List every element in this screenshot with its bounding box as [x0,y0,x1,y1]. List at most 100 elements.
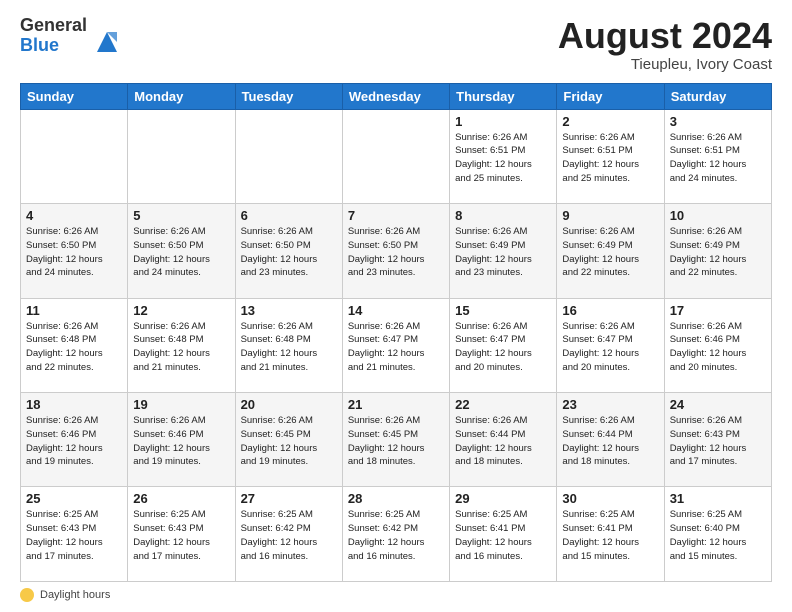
calendar-day: 4 Sunrise: 6:26 AM Sunset: 6:50 PM Daylig… [21,204,128,298]
calendar-day: 15 Sunrise: 6:26 AM Sunset: 6:47 PM Dayli… [450,298,557,392]
day-number: 7 [348,208,444,223]
calendar-week-1: 1 Sunrise: 6:26 AM Sunset: 6:51 PM Daylig… [21,109,772,203]
calendar-day: 12Sunrise: 6:26 AM Sunset: 6:48 PM Dayli… [128,298,235,392]
col-monday: Monday [128,83,235,109]
calendar-day: 16 Sunrise: 6:26 AM Sunset: 6:47 PM Dayli… [557,298,664,392]
day-info: Sunrise: 6:26 AM Sunset: 6:49 PM Dayligh… [455,225,551,280]
calendar-day: 21 Sunrise: 6:26 AM Sunset: 6:45 PM Dayli… [342,393,449,487]
month-year: August 2024 [558,16,772,56]
day-number: 1 [455,114,551,129]
day-number: 14 [348,303,444,318]
col-sunday: Sunday [21,83,128,109]
footer: Daylight hours [20,588,772,602]
day-info: Sunrise: 6:26 AM Sunset: 6:50 PM Dayligh… [241,225,337,280]
day-number: 19 [133,397,229,412]
calendar-week-4: 18 Sunrise: 6:26 AM Sunset: 6:46 PM Dayli… [21,393,772,487]
calendar-week-2: 4 Sunrise: 6:26 AM Sunset: 6:50 PM Daylig… [21,204,772,298]
day-number: 31 [670,491,766,506]
day-info: Sunrise: 6:25 AM Sunset: 6:41 PM Dayligh… [562,508,658,563]
day-number: 8 [455,208,551,223]
calendar-day: 3 Sunrise: 6:26 AM Sunset: 6:51 PM Daylig… [664,109,771,203]
day-number: 22 [455,397,551,412]
day-number: 21 [348,397,444,412]
calendar-table: Sunday Monday Tuesday Wednesday Thursday… [20,83,772,582]
day-number: 11 [26,303,122,318]
day-info: Sunrise: 6:26 AM Sunset: 6:50 PM Dayligh… [26,225,122,280]
calendar-day: 2 Sunrise: 6:26 AM Sunset: 6:51 PM Daylig… [557,109,664,203]
calendar-day: 1 Sunrise: 6:26 AM Sunset: 6:51 PM Daylig… [450,109,557,203]
day-number: 18 [26,397,122,412]
calendar-day: 6 Sunrise: 6:26 AM Sunset: 6:50 PM Daylig… [235,204,342,298]
day-number: 9 [562,208,658,223]
day-number: 16 [562,303,658,318]
day-number: 15 [455,303,551,318]
day-info: Sunrise: 6:26 AM Sunset: 6:48 PM Dayligh… [133,320,229,375]
day-info: Sunrise: 6:25 AM Sunset: 6:42 PM Dayligh… [241,508,337,563]
calendar-day: 23 Sunrise: 6:26 AM Sunset: 6:44 PM Dayli… [557,393,664,487]
day-info: Sunrise: 6:26 AM Sunset: 6:44 PM Dayligh… [562,414,658,469]
day-number: 10 [670,208,766,223]
day-info: Sunrise: 6:26 AM Sunset: 6:48 PM Dayligh… [241,320,337,375]
day-info: Sunrise: 6:26 AM Sunset: 6:46 PM Dayligh… [26,414,122,469]
calendar-day: 28Sunrise: 6:25 AM Sunset: 6:42 PM Dayli… [342,487,449,582]
day-info: Sunrise: 6:26 AM Sunset: 6:45 PM Dayligh… [348,414,444,469]
col-friday: Friday [557,83,664,109]
day-number: 2 [562,114,658,129]
day-info: Sunrise: 6:26 AM Sunset: 6:43 PM Dayligh… [670,414,766,469]
day-number: 3 [670,114,766,129]
calendar-day [21,109,128,203]
day-info: Sunrise: 6:26 AM Sunset: 6:49 PM Dayligh… [670,225,766,280]
day-info: Sunrise: 6:26 AM Sunset: 6:50 PM Dayligh… [133,225,229,280]
day-info: Sunrise: 6:25 AM Sunset: 6:41 PM Dayligh… [455,508,551,563]
calendar-header-row: Sunday Monday Tuesday Wednesday Thursday… [21,83,772,109]
calendar-day: 13Sunrise: 6:26 AM Sunset: 6:48 PM Dayli… [235,298,342,392]
day-info: Sunrise: 6:26 AM Sunset: 6:47 PM Dayligh… [348,320,444,375]
calendar-day: 31Sunrise: 6:25 AM Sunset: 6:40 PM Dayli… [664,487,771,582]
col-tuesday: Tuesday [235,83,342,109]
daylight-label: Daylight hours [40,589,110,601]
calendar-week-5: 25Sunrise: 6:25 AM Sunset: 6:43 PM Dayli… [21,487,772,582]
day-info: Sunrise: 6:26 AM Sunset: 6:51 PM Dayligh… [455,131,551,186]
calendar-day: 30 Sunrise: 6:25 AM Sunset: 6:41 PM Dayli… [557,487,664,582]
calendar-day [128,109,235,203]
logo-icon [93,28,121,56]
calendar-day: 22 Sunrise: 6:26 AM Sunset: 6:44 PM Dayli… [450,393,557,487]
day-number: 4 [26,208,122,223]
day-info: Sunrise: 6:25 AM Sunset: 6:43 PM Dayligh… [26,508,122,563]
calendar-day: 20Sunrise: 6:26 AM Sunset: 6:45 PM Dayli… [235,393,342,487]
sun-icon [20,588,34,602]
day-info: Sunrise: 6:26 AM Sunset: 6:47 PM Dayligh… [455,320,551,375]
calendar-day: 18 Sunrise: 6:26 AM Sunset: 6:46 PM Dayli… [21,393,128,487]
calendar-day: 25Sunrise: 6:25 AM Sunset: 6:43 PM Dayli… [21,487,128,582]
day-info: Sunrise: 6:26 AM Sunset: 6:51 PM Dayligh… [670,131,766,186]
calendar-day: 19Sunrise: 6:26 AM Sunset: 6:46 PM Dayli… [128,393,235,487]
day-number: 5 [133,208,229,223]
day-info: Sunrise: 6:26 AM Sunset: 6:47 PM Dayligh… [562,320,658,375]
day-info: Sunrise: 6:26 AM Sunset: 6:49 PM Dayligh… [562,225,658,280]
day-info: Sunrise: 6:26 AM Sunset: 6:50 PM Dayligh… [348,225,444,280]
calendar-day [342,109,449,203]
day-info: Sunrise: 6:26 AM Sunset: 6:48 PM Dayligh… [26,320,122,375]
day-info: Sunrise: 6:26 AM Sunset: 6:45 PM Dayligh… [241,414,337,469]
day-number: 29 [455,491,551,506]
day-info: Sunrise: 6:26 AM Sunset: 6:44 PM Dayligh… [455,414,551,469]
day-number: 23 [562,397,658,412]
calendar-day: 10 Sunrise: 6:26 AM Sunset: 6:49 PM Dayli… [664,204,771,298]
calendar-week-3: 11 Sunrise: 6:26 AM Sunset: 6:48 PM Dayli… [21,298,772,392]
day-number: 17 [670,303,766,318]
header: General Blue August 2024 Tieupleu, Ivory… [20,16,772,73]
col-thursday: Thursday [450,83,557,109]
day-number: 6 [241,208,337,223]
calendar-day: 17Sunrise: 6:26 AM Sunset: 6:46 PM Dayli… [664,298,771,392]
calendar-day: 7 Sunrise: 6:26 AM Sunset: 6:50 PM Daylig… [342,204,449,298]
day-info: Sunrise: 6:26 AM Sunset: 6:51 PM Dayligh… [562,131,658,186]
calendar-day: 24 Sunrise: 6:26 AM Sunset: 6:43 PM Dayli… [664,393,771,487]
logo-blue: Blue [20,36,87,56]
location: Tieupleu, Ivory Coast [558,56,772,73]
logo: General Blue [20,16,121,56]
day-number: 30 [562,491,658,506]
day-number: 24 [670,397,766,412]
calendar-day: 8 Sunrise: 6:26 AM Sunset: 6:49 PM Daylig… [450,204,557,298]
day-number: 27 [241,491,337,506]
calendar-day: 11 Sunrise: 6:26 AM Sunset: 6:48 PM Dayli… [21,298,128,392]
